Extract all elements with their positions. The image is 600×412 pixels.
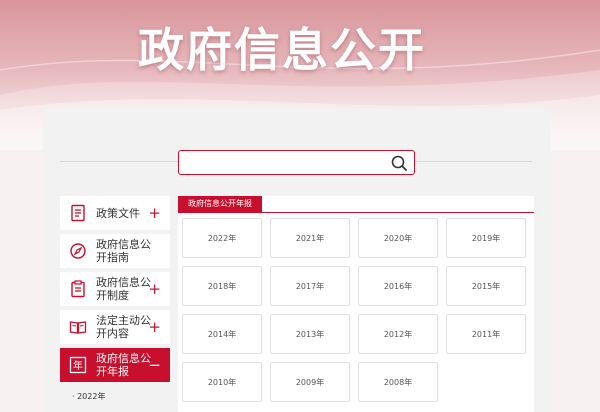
book-icon [69, 321, 87, 334]
year-card[interactable]: 2021年 [270, 218, 350, 258]
year-card[interactable]: 2018年 [182, 266, 262, 306]
year-card[interactable]: 2014年 [182, 314, 262, 354]
collapse-icon[interactable]: − [148, 356, 161, 374]
year-icon: 年 [69, 356, 87, 374]
sidebar-item-label: 政府信息公开指南 [96, 238, 151, 264]
year-card[interactable]: 2008年 [358, 362, 438, 402]
expand-icon[interactable]: + [148, 204, 161, 222]
year-card[interactable]: 2019年 [446, 218, 526, 258]
year-card[interactable]: 2009年 [270, 362, 350, 402]
year-card[interactable]: 2015年 [446, 266, 526, 306]
document-icon [71, 204, 85, 222]
year-card[interactable]: 2017年 [270, 266, 350, 306]
year-card[interactable]: 2020年 [358, 218, 438, 258]
expand-icon[interactable]: + [148, 318, 161, 336]
year-card[interactable]: 2012年 [358, 314, 438, 354]
sidebar-subitem-label: 2022年 [77, 392, 106, 401]
sidebar-item-policy-documents[interactable]: 政策文件 + [60, 196, 170, 230]
year-card[interactable]: 2013年 [270, 314, 350, 354]
compass-icon [70, 243, 86, 259]
sidebar-item-annual-reports[interactable]: 年 政府信息公开年报 − [60, 348, 170, 382]
year-card[interactable]: 2016年 [358, 266, 438, 306]
year-icon-glyph: 年 [73, 359, 83, 372]
annual-report-panel: 政府信息公开年报 2022年 2021年 2020年 2019年 2018年 2017年 2… [178, 196, 534, 412]
tab-underline [178, 212, 534, 213]
sidebar-item-guide[interactable]: 政府信息公开指南 [60, 234, 170, 268]
search-box[interactable] [178, 150, 415, 175]
year-card[interactable]: 2010年 [182, 362, 262, 402]
sidebar-item-label: 政策文件 [96, 206, 140, 220]
search-icon[interactable] [390, 154, 408, 172]
sidebar-item-label: 政府信息公开年报 [96, 352, 151, 378]
sidebar-item-label: 政府信息公开制度 [96, 276, 151, 302]
search-input[interactable] [185, 154, 385, 171]
sidebar-item-statutory-disclosure[interactable]: 法定主动公开内容 + [60, 310, 170, 344]
expand-icon[interactable]: + [148, 280, 161, 298]
sidebar-item-label: 法定主动公开内容 [96, 314, 151, 340]
sidebar-subitem[interactable]: · 2022年 [72, 391, 105, 402]
year-card[interactable]: 2022年 [182, 218, 262, 258]
tab-annual-reports[interactable]: 政府信息公开年报 [178, 196, 262, 212]
page-title: 政府信息公开 [138, 23, 426, 77]
sidebar-item-system[interactable]: 政府信息公开制度 + [60, 272, 170, 306]
sidebar-nav: 政策文件 + 政府信息公开指南 政府信息公开制度 + 法定主动公开内容 + 年 … [60, 196, 170, 386]
clipboard-icon [71, 280, 85, 298]
year-card[interactable]: 2011年 [446, 314, 526, 354]
